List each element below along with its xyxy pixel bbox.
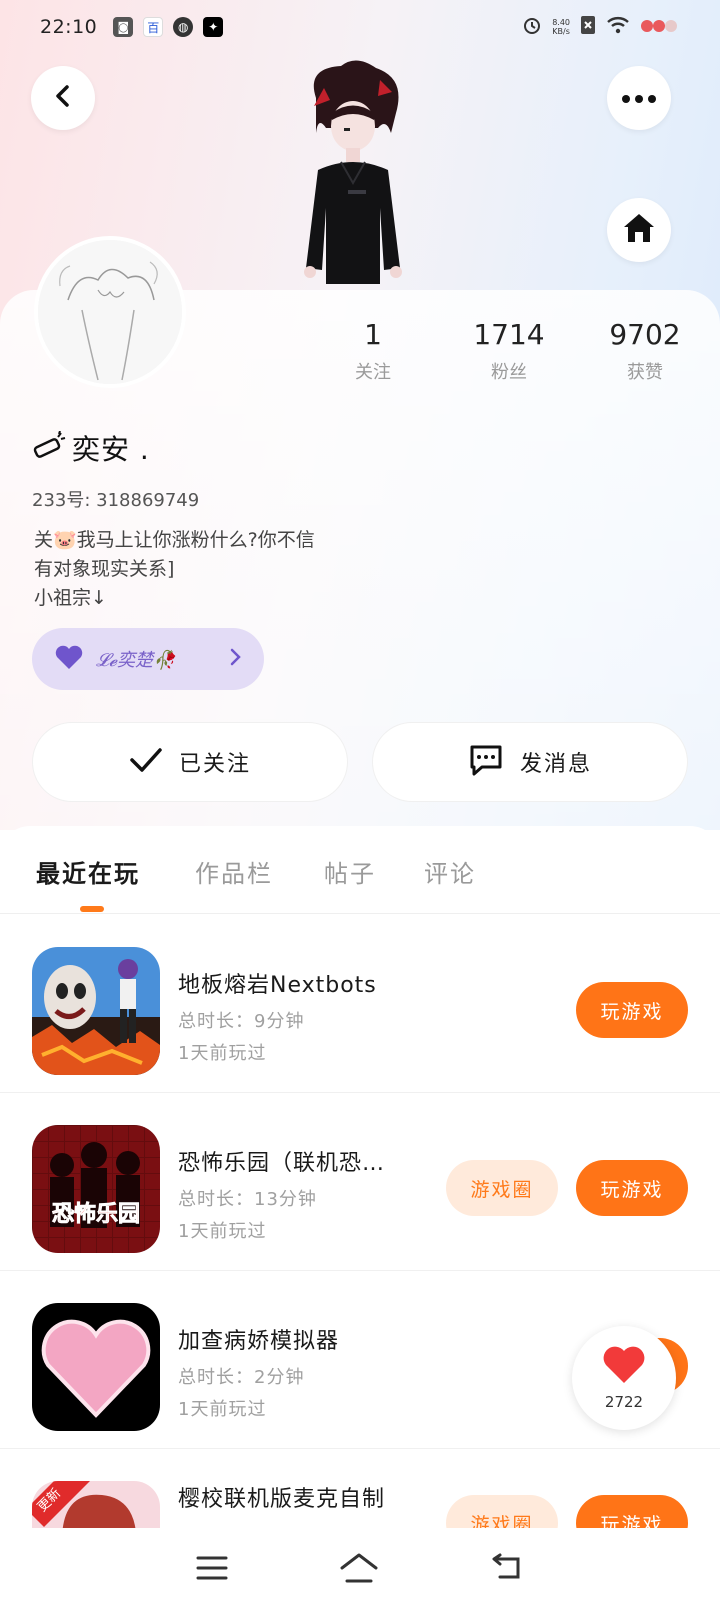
status-time: 22:10 [40,16,98,38]
profile-name: 奕安 . [72,433,150,466]
game-list-item[interactable]: 更新 樱校联机版麦克自制 游戏圈 玩游戏 [0,1449,720,1528]
floating-like-button[interactable]: 2722 [572,1326,676,1430]
stat-likes[interactable]: 9702 获赞 [590,318,700,384]
app-notification-icon: ◙ [113,17,134,37]
status-bar: 22:10 ◙ 百 ◍ ✦ 8.40 KB/s [0,0,720,54]
horror-park-icon-text: 恐怖乐园 [52,1201,140,1227]
chevron-right-icon [230,648,242,670]
like-count: 2722 [604,1393,644,1411]
play-game-button[interactable]: 玩游戏 [576,1160,688,1216]
more-dots-icon [621,89,657,108]
game-title[interactable]: 地板熔岩Nextbots [178,967,377,999]
game-title[interactable]: 恐怖乐园（联机恐… [178,1145,385,1177]
play-game-button[interactable]: 玩游戏 [576,1495,688,1528]
stat-following-label: 关注 [355,362,391,383]
game-last-played: 1天前玩过 [178,1043,267,1064]
profile-name-row: 奕安 . [32,428,150,468]
alarm-icon [522,15,542,39]
stat-likes-value: 9702 [609,318,681,351]
baidu-notification-icon: 百 [143,17,164,37]
sim-off-icon [580,15,596,39]
purple-heart-icon [54,644,84,674]
send-message-label: 发消息 [519,752,592,777]
stat-fans-label: 粉丝 [491,362,527,383]
tab-comments[interactable]: 评论 [424,854,476,889]
bio-line: 小祖宗↓ [34,587,107,609]
followed-button-label: 已关注 [178,752,251,777]
menu-icon[interactable] [196,1555,228,1585]
game-last-played: 1天前玩过 [178,1399,267,1420]
followed-button[interactable]: 已关注 [32,722,348,802]
checkmark-icon [129,747,163,777]
stat-following[interactable]: 1 关注 [318,318,428,384]
chat-bubble-icon [468,743,504,781]
bio-line: 有对象现实关系] [34,558,175,580]
tab-posts[interactable]: 帖子 [324,854,376,889]
tab-works[interactable]: 作品栏 [195,854,273,889]
game-last-played: 1天前玩过 [178,1221,267,1242]
play-game-button[interactable]: 玩游戏 [576,982,688,1038]
tab-recently-played[interactable]: 最近在玩 [36,854,140,889]
home-nav-icon[interactable] [339,1552,379,1588]
stat-following-value: 1 [364,318,382,351]
game-icon-floor-lava[interactable] [32,947,160,1075]
couple-tag-label: 𝓛𝓮奕楚🥀 [96,650,176,671]
profile-tabs: 最近在玩 作品栏 帖子 评论 [0,826,720,914]
profile-avatar[interactable] [34,236,186,388]
chevron-left-icon [50,83,76,113]
network-speed-unit: KB/s [552,27,570,36]
planet-notification-icon: ◍ [173,17,194,37]
firecracker-icon [32,430,66,465]
house-icon [622,212,656,248]
game-duration: 总时长：13分钟 [178,1189,317,1210]
game-circle-button[interactable]: 游戏圈 [446,1160,558,1216]
game-icon-sakura-school[interactable]: 更新 [32,1481,160,1528]
game-icon-horror-park[interactable]: 恐怖乐园 [32,1125,160,1253]
game-title[interactable]: 加查病娇模拟器 [178,1323,339,1355]
stat-likes-label: 获赞 [627,362,663,383]
profile-bio: 关🐷我马上让你涨粉什么?你不信 有对象现实关系] 小祖宗↓ [34,526,315,613]
bio-line: 关🐷我马上让你涨粉什么?你不信 [34,529,315,551]
network-speed: 8.40 KB/s [552,18,570,36]
stat-fans-value: 1714 [473,318,545,351]
game-duration: 总时长：2分钟 [178,1367,305,1388]
back-button[interactable] [31,66,95,130]
game-circle-button[interactable]: 游戏圈 [446,1495,558,1528]
system-navigation-bar [0,1528,720,1612]
game-icon-gacha-yandere[interactable] [32,1303,160,1431]
battery-strawberry-icon [640,17,680,37]
red-heart-icon [602,1345,646,1389]
stat-fans[interactable]: 1714 粉丝 [454,318,564,384]
home-button[interactable] [607,198,671,262]
network-speed-value: 8.40 [552,18,570,27]
back-nav-icon[interactable] [490,1553,524,1587]
game-duration: 总时长：9分钟 [178,1011,305,1032]
profile-uid[interactable]: 233号: 318869749 [32,486,199,512]
send-message-button[interactable]: 发消息 [372,722,688,802]
couple-tag-chip[interactable]: 𝓛𝓮奕楚🥀 [32,628,264,690]
wifi-icon [606,15,630,39]
game-title[interactable]: 樱校联机版麦克自制 [178,1481,385,1513]
more-options-button[interactable] [607,66,671,130]
dark-app-notification-icon: ✦ [203,17,224,37]
game-list-item[interactable]: 恐怖乐园 恐怖乐园（联机恐… 总时长：13分钟 1天前玩过 游戏圈 玩游戏 [0,1093,720,1271]
active-tab-indicator [80,906,104,912]
game-list-item[interactable]: 地板熔岩Nextbots 总时长：9分钟 1天前玩过 玩游戏 [0,915,720,1093]
character-avatar-figure[interactable] [296,58,416,290]
